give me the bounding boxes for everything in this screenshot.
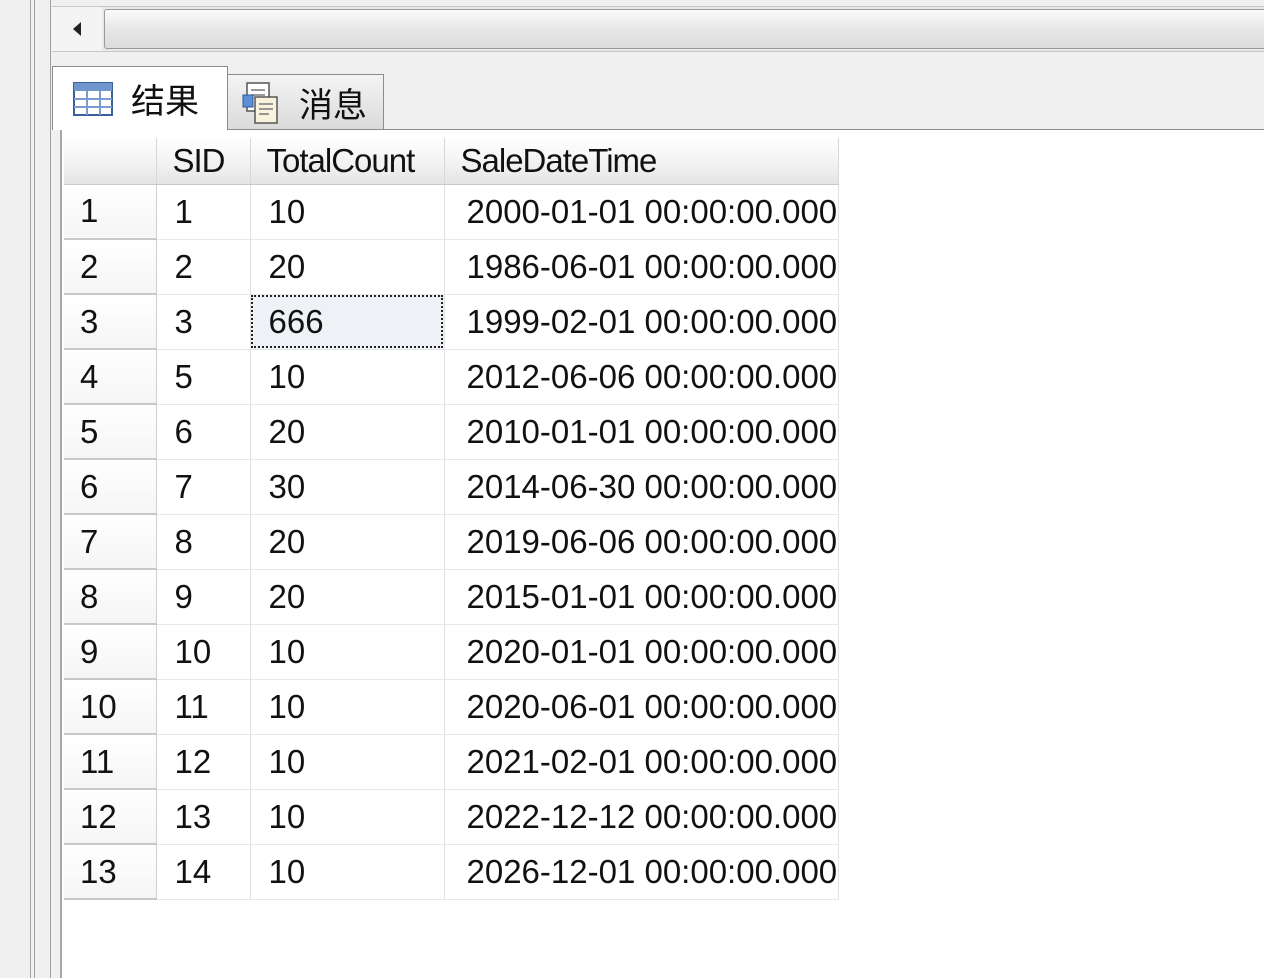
cell-sid[interactable]: 6 — [156, 404, 251, 460]
cell-sid[interactable]: 10 — [156, 624, 251, 680]
horizontal-scrollbar[interactable] — [52, 6, 1264, 52]
row-number[interactable]: 8 — [64, 569, 157, 625]
cell-saledatetime[interactable]: 2014-06-30 00:00:00.000 — [444, 459, 839, 515]
row-number[interactable]: 1 — [64, 184, 157, 240]
row-number[interactable]: 10 — [64, 679, 157, 735]
cell-totalcount[interactable]: 20 — [250, 514, 445, 570]
cell-totalcount[interactable]: 30 — [250, 459, 445, 515]
table-row: 2 2 20 1986-06-01 00:00:00.000 — [64, 239, 839, 295]
scroll-left-button[interactable] — [52, 7, 102, 51]
row-number[interactable]: 3 — [64, 294, 157, 350]
row-number[interactable]: 6 — [64, 459, 157, 515]
table-row: 7 8 20 2019-06-06 00:00:00.000 — [64, 514, 839, 570]
results-grid: SID TotalCount SaleDateTime 1 1 10 2000-… — [64, 138, 839, 900]
header-saledatetime[interactable]: SaleDateTime — [444, 138, 839, 185]
window-frame-line — [30, 0, 31, 978]
header-row-number[interactable] — [64, 138, 157, 185]
message-document-icon — [242, 81, 278, 124]
cell-sid[interactable]: 7 — [156, 459, 251, 515]
cell-saledatetime[interactable]: 2010-01-01 00:00:00.000 — [444, 404, 839, 460]
cell-sid[interactable]: 8 — [156, 514, 251, 570]
table-row: 11 12 10 2021-02-01 00:00:00.000 — [64, 734, 839, 790]
result-tabs: 结果 消息 — [52, 66, 1264, 130]
table-row: 5 6 20 2010-01-01 00:00:00.000 — [64, 404, 839, 460]
row-number[interactable]: 4 — [64, 349, 157, 405]
table-row: 3 3 666 1999-02-01 00:00:00.000 — [64, 294, 839, 350]
cell-totalcount[interactable]: 10 — [250, 624, 445, 680]
cell-saledatetime[interactable]: 2026-12-01 00:00:00.000 — [444, 844, 839, 900]
header-totalcount[interactable]: TotalCount — [250, 138, 445, 185]
cell-sid[interactable]: 5 — [156, 349, 251, 405]
cell-sid[interactable]: 13 — [156, 789, 251, 845]
table-row: 10 11 10 2020-06-01 00:00:00.000 — [64, 679, 839, 735]
cell-totalcount[interactable]: 10 — [250, 184, 445, 240]
cell-saledatetime[interactable]: 2019-06-06 00:00:00.000 — [444, 514, 839, 570]
cell-sid[interactable]: 3 — [156, 294, 251, 350]
window-frame-line — [50, 0, 51, 978]
cell-sid[interactable]: 9 — [156, 569, 251, 625]
table-row: 6 7 30 2014-06-30 00:00:00.000 — [64, 459, 839, 515]
cell-saledatetime[interactable]: 2020-01-01 00:00:00.000 — [444, 624, 839, 680]
header-sid[interactable]: SID — [156, 138, 251, 185]
table-row: 9 10 10 2020-01-01 00:00:00.000 — [64, 624, 839, 680]
cell-sid[interactable]: 1 — [156, 184, 251, 240]
cell-sid[interactable]: 2 — [156, 239, 251, 295]
cell-saledatetime[interactable]: 2012-06-06 00:00:00.000 — [444, 349, 839, 405]
cell-saledatetime[interactable]: 1999-02-01 00:00:00.000 — [444, 294, 839, 350]
cell-totalcount[interactable]: 20 — [250, 569, 445, 625]
table-row: 1 1 10 2000-01-01 00:00:00.000 — [64, 184, 839, 240]
tab-messages[interactable]: 消息 — [226, 74, 384, 130]
tab-results-label: 结果 — [131, 82, 199, 122]
window-frame-line — [34, 0, 35, 978]
table-row: 8 9 20 2015-01-01 00:00:00.000 — [64, 569, 839, 625]
row-number[interactable]: 7 — [64, 514, 157, 570]
triangle-left-icon — [73, 22, 81, 36]
tab-results[interactable]: 结果 — [52, 66, 228, 130]
cell-saledatetime[interactable]: 2015-01-01 00:00:00.000 — [444, 569, 839, 625]
cell-totalcount[interactable]: 10 — [250, 789, 445, 845]
cell-totalcount[interactable]: 20 — [250, 404, 445, 460]
table-row: 4 5 10 2012-06-06 00:00:00.000 — [64, 349, 839, 405]
cell-totalcount[interactable]: 10 — [250, 734, 445, 790]
cell-saledatetime[interactable]: 2022-12-12 00:00:00.000 — [444, 789, 839, 845]
cell-sid[interactable]: 11 — [156, 679, 251, 735]
cell-sid[interactable]: 14 — [156, 844, 251, 900]
row-number[interactable]: 9 — [64, 624, 157, 680]
table-row: 12 13 10 2022-12-12 00:00:00.000 — [64, 789, 839, 845]
cell-totalcount[interactable]: 20 — [250, 239, 445, 295]
row-number[interactable]: 12 — [64, 789, 157, 845]
cell-saledatetime[interactable]: 1986-06-01 00:00:00.000 — [444, 239, 839, 295]
cell-sid[interactable]: 12 — [156, 734, 251, 790]
grid-header-row: SID TotalCount SaleDateTime — [64, 138, 839, 185]
cell-totalcount[interactable]: 10 — [250, 349, 445, 405]
cell-totalcount[interactable]: 10 — [250, 844, 445, 900]
results-grid-panel: SID TotalCount SaleDateTime 1 1 10 2000-… — [60, 130, 1264, 978]
grid-table-icon — [73, 81, 113, 116]
cell-saledatetime[interactable]: 2020-06-01 00:00:00.000 — [444, 679, 839, 735]
row-number[interactable]: 2 — [64, 239, 157, 295]
cell-saledatetime[interactable]: 2021-02-01 00:00:00.000 — [444, 734, 839, 790]
scrollbar-thumb[interactable] — [104, 9, 1264, 49]
row-number[interactable]: 11 — [64, 734, 157, 790]
row-number[interactable]: 13 — [64, 844, 157, 900]
cell-totalcount-selected[interactable]: 666 — [250, 294, 445, 350]
cell-saledatetime[interactable]: 2000-01-01 00:00:00.000 — [444, 184, 839, 240]
row-number[interactable]: 5 — [64, 404, 157, 460]
cell-totalcount[interactable]: 10 — [250, 679, 445, 735]
tab-messages-label: 消息 — [299, 86, 367, 126]
table-row: 13 14 10 2026-12-01 00:00:00.000 — [64, 844, 839, 900]
